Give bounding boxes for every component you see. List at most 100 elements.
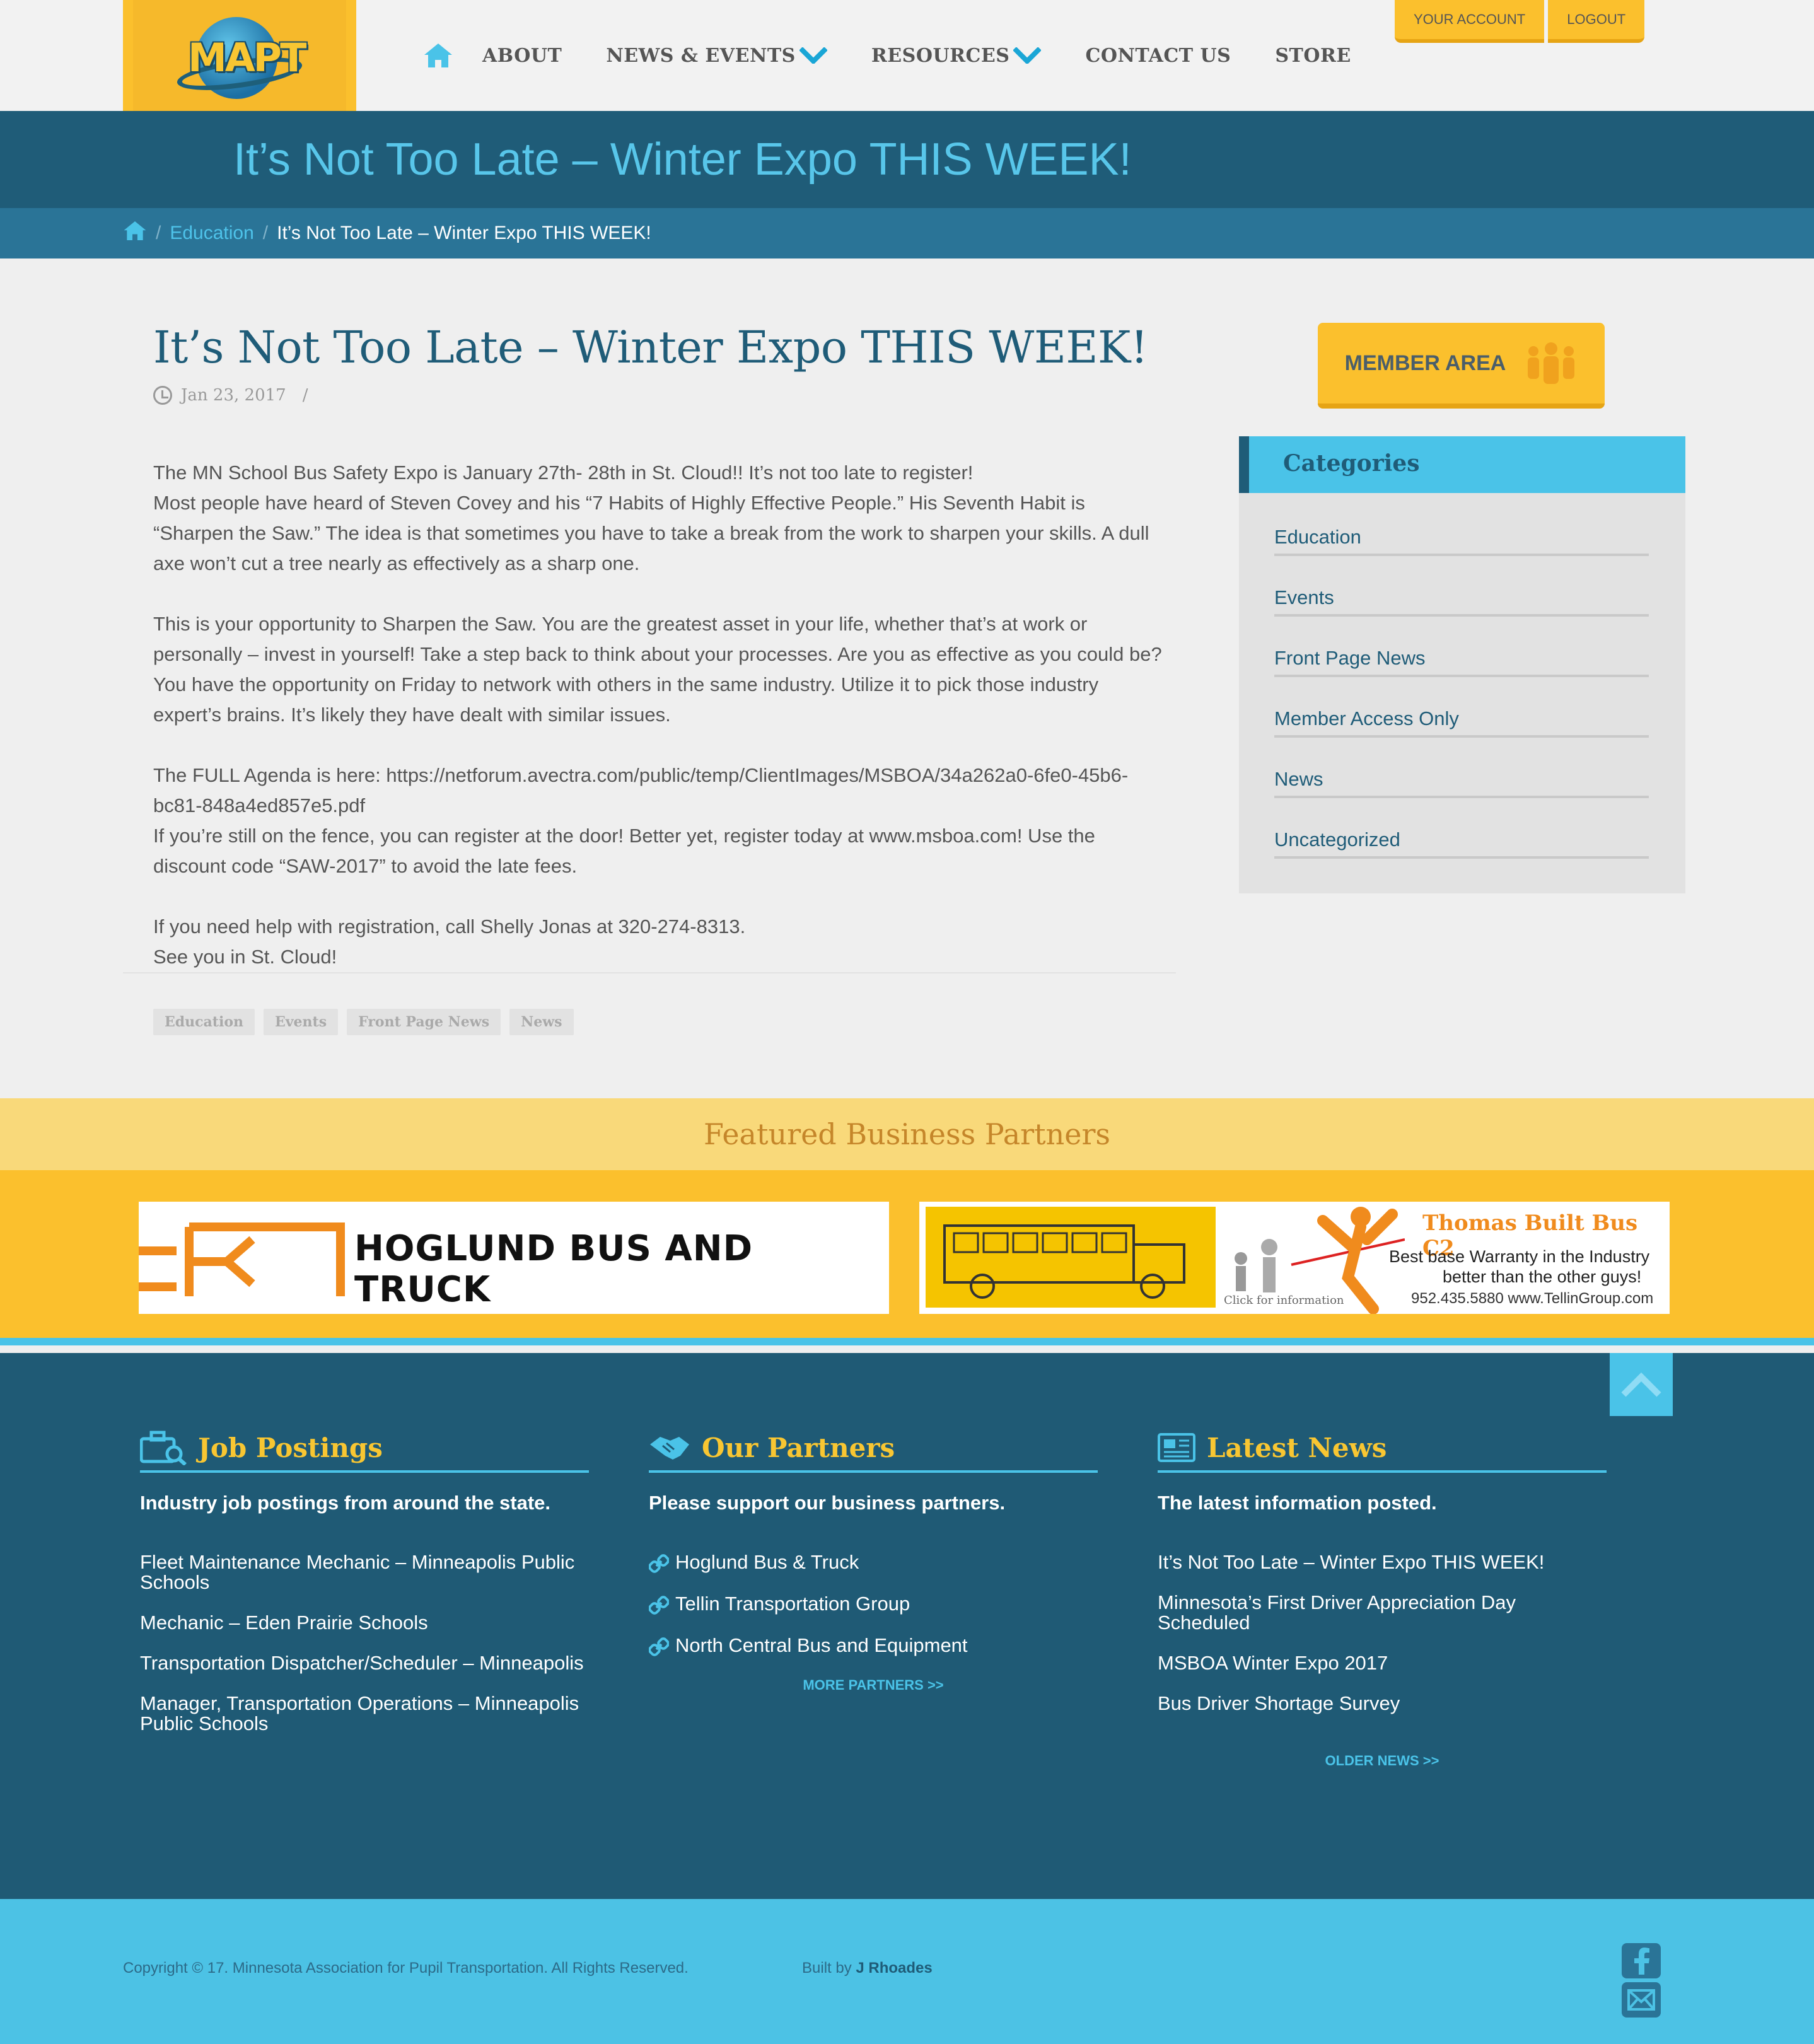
list-item[interactable]: Fleet Maintenance Mechanic – Minneapolis… — [140, 1552, 589, 1593]
list-item[interactable]: Manager, Transportation Operations – Min… — [140, 1693, 589, 1734]
logo-globe-icon: MAPT — [175, 8, 306, 103]
article-paragraph: The MN School Bus Safety Expo is January… — [153, 462, 1149, 574]
list-item[interactable]: It’s Not Too Late – Winter Expo THIS WEE… — [1158, 1552, 1607, 1572]
thomas-built-click: Click for information — [1224, 1294, 1344, 1307]
home-icon — [424, 44, 452, 67]
categories-header: Categories — [1239, 436, 1685, 493]
list-item[interactable]: North Central Bus and Equipment — [649, 1635, 1098, 1657]
list-item[interactable]: Mechanic – Eden Prairie Schools — [140, 1613, 589, 1633]
newspaper-icon — [1158, 1433, 1195, 1462]
facebook-icon[interactable] — [1622, 1943, 1661, 1978]
article-paragraph: This is your opportunity to Sharpen the … — [153, 613, 1162, 726]
built-by-link[interactable]: J Rhoades — [856, 1960, 932, 1977]
breadcrumb-education-link[interactable]: Education — [170, 223, 253, 244]
list-item: News — [1274, 768, 1649, 828]
older-news-link[interactable]: OLDER NEWS >> — [1158, 1753, 1607, 1769]
tag-front-page-news[interactable]: Front Page News — [347, 1009, 501, 1035]
list-item[interactable]: Hoglund Bus & Truck — [649, 1552, 1098, 1574]
built-by: Built by J Rhoades — [802, 1960, 933, 1977]
home-icon — [124, 221, 146, 241]
job-postings-subtitle: Industry job postings from around the st… — [140, 1492, 551, 1514]
job-postings-widget: Job Postings Industry job postings from … — [140, 1425, 589, 1754]
categories-widget: Categories Education Events Front Page N… — [1239, 436, 1685, 893]
categories-title: Categories — [1283, 450, 1420, 477]
breadcrumb: / Education / It’s Not Too Late – Winter… — [0, 208, 1814, 258]
article-paragraph: If you need help with registration, call… — [153, 915, 746, 968]
list-item[interactable]: Minnesota’s First Driver Appreciation Da… — [1158, 1593, 1607, 1633]
breadcrumb-separator: / — [262, 223, 269, 243]
logout-button[interactable]: LOGOUT — [1548, 0, 1645, 43]
list-item[interactable]: Bus Driver Shortage Survey — [1158, 1693, 1607, 1714]
category-link[interactable]: Member Access Only — [1274, 707, 1649, 738]
briefcase-search-icon — [140, 1431, 187, 1465]
article-date: Jan 23, 2017 — [181, 386, 286, 405]
list-item[interactable]: Tellin Transportation Group — [649, 1594, 1098, 1615]
latest-news-list: It’s Not Too Late – Winter Expo THIS WEE… — [1158, 1552, 1607, 1714]
categories-list: Education Events Front Page News Member … — [1274, 526, 1649, 889]
category-link[interactable]: Events — [1274, 586, 1649, 617]
nav-contact-us[interactable]: CONTACT US — [1085, 45, 1231, 67]
page-title-bar: It’s Not Too Late – Winter Expo THIS WEE… — [0, 111, 1814, 208]
list-item[interactable]: Transportation Dispatcher/Scheduler – Mi… — [140, 1653, 589, 1673]
hoglund-banner[interactable]: HOGLUND BUS AND TRUCK — [139, 1202, 889, 1314]
article-divider — [123, 972, 1176, 973]
breadcrumb-home-link[interactable] — [123, 220, 147, 247]
main-nav: ABOUT NEWS & EVENTS RESOURCES CONTACT US… — [419, 37, 1395, 74]
list-item: Education — [1274, 526, 1649, 586]
link-icon — [649, 1637, 669, 1656]
your-account-button[interactable]: YOUR ACCOUNT — [1395, 0, 1545, 43]
list-item: Member Access Only — [1274, 707, 1649, 768]
list-item: Uncategorized — [1274, 828, 1649, 889]
nav-home-link[interactable] — [419, 37, 457, 74]
thomas-built-line1: Best base Warranty in the Industry — [1389, 1247, 1650, 1266]
list-item[interactable]: MSBOA Winter Expo 2017 — [1158, 1653, 1607, 1673]
article-body: The MN School Bus Safety Expo is January… — [153, 458, 1162, 1002]
site-header: MAPT ABOUT NEWS & EVENTS RESOURCES CONTA… — [0, 0, 1814, 111]
hoglund-logo-icon — [139, 1222, 345, 1296]
featured-partners-header: Featured Business Partners — [0, 1098, 1814, 1170]
email-icon[interactable] — [1622, 1982, 1661, 2018]
article-paragraph: The FULL Agenda is here: https://netforu… — [153, 764, 1129, 877]
nav-resources[interactable]: RESOURCES — [871, 45, 1042, 67]
member-area-button[interactable]: MEMBER AREA — [1318, 323, 1605, 409]
category-link[interactable]: Front Page News — [1274, 647, 1649, 677]
job-postings-list: Fleet Maintenance Mechanic – Minneapolis… — [140, 1552, 589, 1734]
tag-education[interactable]: Education — [153, 1009, 255, 1035]
tag-news[interactable]: News — [509, 1009, 574, 1035]
latest-news-widget: Latest News The latest information poste… — [1158, 1425, 1607, 1769]
article-title: It’s Not Too Late – Winter Expo THIS WEE… — [153, 322, 1148, 373]
nav-news-events[interactable]: NEWS & EVENTS — [606, 45, 827, 67]
latest-news-title: Latest News — [1207, 1432, 1387, 1463]
meta-separator: / — [302, 386, 308, 405]
chevron-down-icon — [1013, 47, 1042, 64]
handshake-icon — [650, 1437, 689, 1460]
featured-partners-band: HOGLUND BUS AND TRUCK Thomas Built Bus C… — [0, 1170, 1814, 1345]
more-partners-link[interactable]: MORE PARTNERS >> — [649, 1677, 1098, 1693]
member-area-label: MEMBER AREA — [1344, 351, 1506, 375]
category-link[interactable]: News — [1274, 768, 1649, 798]
latest-news-subtitle: The latest information posted. — [1158, 1492, 1437, 1514]
our-partners-title: Our Partners — [702, 1432, 895, 1463]
nav-about[interactable]: ABOUT — [482, 45, 562, 67]
copyright-text: Copyright © 17. Minnesota Association fo… — [123, 1960, 689, 1977]
chevron-up-icon — [1621, 1372, 1661, 1397]
hoglund-banner-text: HOGLUND BUS AND TRUCK — [354, 1228, 753, 1310]
list-item: Front Page News — [1274, 647, 1649, 707]
category-link[interactable]: Uncategorized — [1274, 828, 1649, 859]
partners-list: Hoglund Bus & Truck Tellin Transportatio… — [649, 1552, 1098, 1657]
social-links — [1622, 1943, 1661, 2021]
clock-icon — [153, 386, 172, 405]
thomas-built-banner[interactable]: Thomas Built Bus C2 Best base Warranty i… — [919, 1202, 1670, 1314]
thomas-built-line2: better than the other guys! — [1443, 1267, 1642, 1286]
nav-store[interactable]: STORE — [1275, 45, 1351, 67]
tag-events[interactable]: Events — [264, 1009, 339, 1035]
job-postings-title: Job Postings — [198, 1432, 383, 1463]
link-icon — [649, 1596, 669, 1615]
site-footer: Copyright © 17. Minnesota Association fo… — [0, 1899, 1814, 2044]
site-logo[interactable]: MAPT — [123, 0, 356, 111]
article-tags: Education Events Front Page News News — [153, 1009, 583, 1035]
page-title: It’s Not Too Late – Winter Expo THIS WEE… — [233, 134, 1132, 185]
breadcrumb-current: It’s Not Too Late – Winter Expo THIS WEE… — [277, 223, 651, 243]
category-link[interactable]: Education — [1274, 526, 1649, 556]
back-to-top-button[interactable] — [1610, 1353, 1673, 1416]
